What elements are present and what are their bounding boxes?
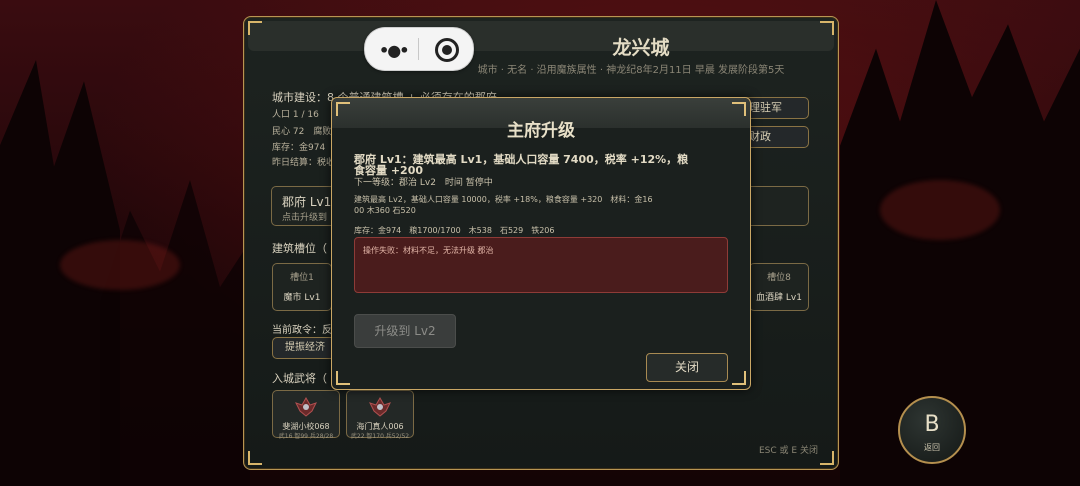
error-box: 操作失败：材料不足，无法升级 郡治: [354, 237, 728, 293]
corner-ornament: [336, 371, 350, 385]
hall-hint: 点击升级到: [282, 213, 328, 223]
general-stats: 武16 智99 兵28/28: [278, 433, 334, 440]
next-level-detail-cont: 00 木360 石520: [354, 206, 416, 215]
error-message: 操作失败：材料不足，无法升级 郡治: [363, 246, 494, 255]
next-level: 下一等级：郡治 Lv2 时间 暂停中: [354, 178, 493, 188]
city-title: 龙兴城: [612, 37, 670, 59]
upgrade-dialog: 主府升级 郡府 Lv1：建筑最高 Lv1，基础人口容量 7400，税率 +12%…: [331, 97, 751, 390]
esc-close-hint: ESC 或 E 关闭: [759, 446, 818, 456]
general-emblem-icon: [295, 397, 317, 417]
slot-label: 槽位1: [290, 273, 314, 283]
capsule-divider: [418, 38, 419, 60]
corner-ornament: [732, 371, 746, 385]
slot-building: 魔市 Lv1: [283, 293, 321, 303]
left-ruins-silhouette: [100, 180, 250, 486]
dialog-title: 主府升级: [507, 121, 575, 141]
yesterday-summary: 昨日结算：税收: [272, 158, 336, 168]
corner-ornament: [732, 102, 746, 116]
general-card[interactable]: 海门真人006 武22 智170 兵52/52: [346, 390, 414, 440]
upgrade-button[interactable]: 升级到 Lv2: [354, 314, 456, 348]
building-slot-1[interactable]: 槽位1 魔市 Lv1: [272, 263, 332, 311]
general-stats: 武22 智170 兵52/52: [350, 433, 410, 440]
close-button[interactable]: 关闭: [646, 353, 728, 382]
slot-label: 槽位8: [767, 273, 791, 283]
general-emblem-icon: [369, 397, 391, 417]
left-fire-glow: [60, 240, 180, 290]
more-dots-icon[interactable]: •●•: [379, 41, 409, 60]
right-fire-glow: [880, 180, 1000, 240]
back-b-button[interactable]: B 返回: [898, 396, 966, 464]
capsule-menu: •●•: [364, 27, 474, 71]
building-slot-8[interactable]: 槽位8 血酒肆 Lv1: [749, 263, 809, 311]
hall-name: 郡府 Lv1: [282, 195, 332, 209]
city-subtitle: 城市 · 无名 · 沿用魔族属性 · 神龙纪8年2月11日 早晨 发展阶段第5天: [477, 65, 785, 76]
stock-detail: 库存：金974 粮1700/1700 木538 石529 铁206: [354, 226, 555, 235]
decree-economy-button[interactable]: 提振经济: [272, 337, 338, 359]
corner-ornament: [248, 451, 262, 465]
corner-ornament: [336, 102, 350, 116]
generals-title: 入城武将（: [272, 372, 327, 385]
population: 人口 1 / 16: [272, 110, 319, 120]
corner-ornament: [820, 451, 834, 465]
slot-building: 血酒肆 Lv1: [756, 293, 802, 303]
stock-short: 库存：金974: [272, 143, 326, 153]
b-label: 返回: [924, 443, 940, 452]
close-target-icon[interactable]: [435, 38, 459, 62]
general-card[interactable]: 斐湖小校068 武16 智99 兵28/28: [272, 390, 340, 440]
slots-title: 建筑槽位（: [272, 242, 327, 255]
next-level-detail: 建筑最高 Lv2，基础人口容量 10000，税率 +18%，粮食容量 +320 …: [354, 195, 653, 204]
corner-ornament: [248, 21, 262, 35]
b-letter: B: [924, 412, 940, 437]
morale: 民心 72 腐败: [272, 127, 332, 137]
decree-label: 当前政令：反: [272, 325, 332, 336]
